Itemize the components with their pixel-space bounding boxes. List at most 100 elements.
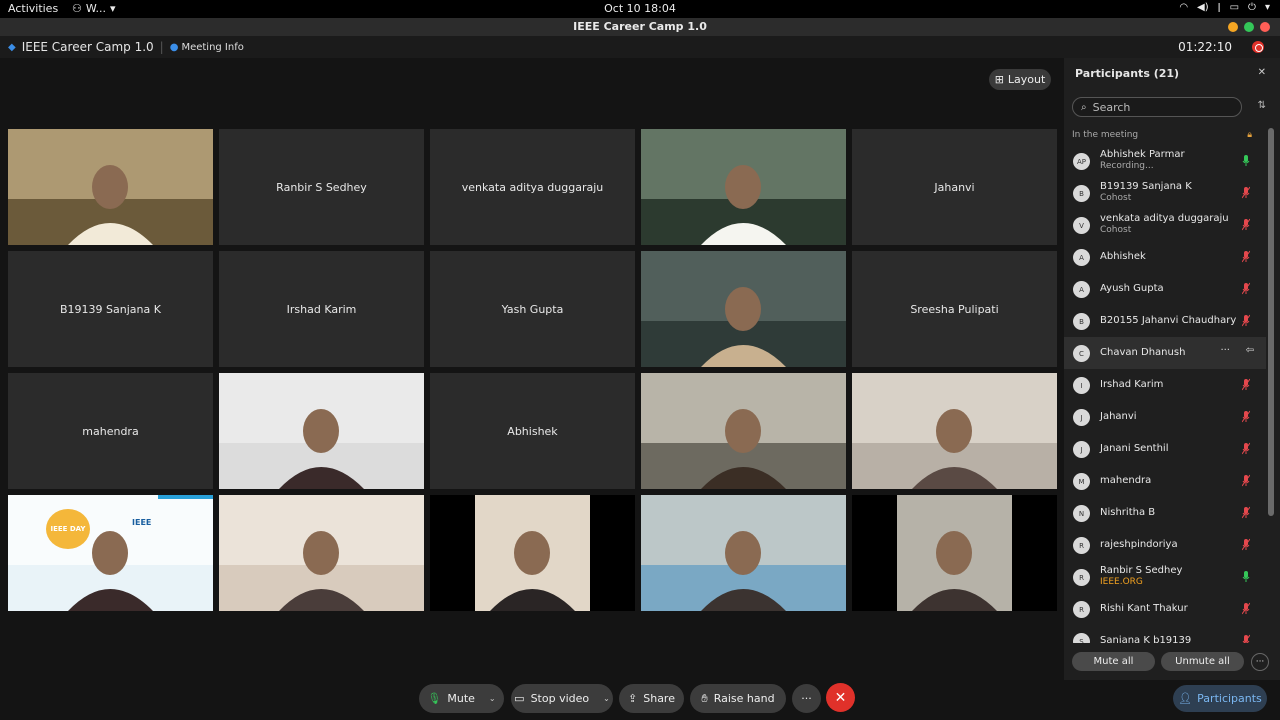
video-tile[interactable] bbox=[641, 495, 846, 611]
video-tile[interactable] bbox=[219, 373, 424, 489]
avatar: J bbox=[1073, 441, 1090, 458]
participant-row[interactable]: C Chavan Dhanush ··· ⇦ bbox=[1064, 337, 1266, 369]
mute-all-button[interactable]: Mute all bbox=[1072, 652, 1155, 671]
participant-row[interactable]: Mmahendra bbox=[1064, 465, 1266, 497]
more-icon[interactable]: ··· bbox=[1220, 345, 1230, 356]
participant-row[interactable]: R Rishi Kant Thakur bbox=[1064, 593, 1266, 625]
mute-button[interactable]: 🎙︎ Mute ⌄ bbox=[419, 684, 504, 713]
participant-name: B19139 Sanjana K bbox=[1100, 181, 1192, 192]
participant-row[interactable]: A Abhishek bbox=[1064, 241, 1266, 273]
microphone-muted-icon[interactable] bbox=[1242, 250, 1250, 263]
microphone-muted-icon[interactable] bbox=[1242, 186, 1250, 199]
minimize-button[interactable] bbox=[1228, 22, 1238, 32]
video-tile[interactable] bbox=[430, 495, 635, 611]
name-tile[interactable]: venkata aditya duggaraju bbox=[430, 129, 635, 245]
more-options-button[interactable]: ··· bbox=[792, 684, 821, 713]
unmute-all-button[interactable]: Unmute all bbox=[1161, 652, 1244, 671]
search-input[interactable] bbox=[1092, 100, 1223, 114]
video-tile[interactable]: IEEE IEEE DAY bbox=[8, 495, 213, 611]
participant-row[interactable]: A Ayush Gupta bbox=[1064, 273, 1266, 305]
video-tile[interactable] bbox=[641, 129, 846, 245]
layout-button[interactable]: ⊞ Layout bbox=[989, 69, 1051, 90]
microphone-muted-icon[interactable] bbox=[1242, 282, 1250, 295]
close-icon[interactable]: ✕ bbox=[1258, 67, 1266, 78]
participant-name: Abhishek bbox=[1100, 251, 1146, 262]
participant-list-scrollbar[interactable] bbox=[1268, 128, 1274, 516]
stop-video-button[interactable]: ▭ Stop video ⌄ bbox=[511, 684, 613, 713]
name-tile[interactable]: Irshad Karim bbox=[219, 251, 424, 367]
participant-row[interactable]: Vvenkata aditya duggaraju Cohost bbox=[1064, 209, 1266, 241]
participant-name: mahendra bbox=[82, 424, 139, 438]
name-tile[interactable]: mahendra bbox=[8, 373, 213, 489]
raise-hand-label: Raise hand bbox=[713, 692, 775, 705]
chevron-down-icon: ▾ bbox=[1264, 2, 1270, 13]
search-icon: ⌕ bbox=[1081, 101, 1087, 113]
microphone-muted-icon[interactable] bbox=[1242, 538, 1250, 551]
more-icon: ··· bbox=[801, 692, 812, 705]
video-tile[interactable] bbox=[641, 373, 846, 489]
microphone-muted-icon[interactable] bbox=[1242, 378, 1250, 391]
participant-name: Irshad Karim bbox=[286, 302, 357, 316]
microphone-muted-icon[interactable] bbox=[1242, 634, 1250, 643]
participant-row[interactable]: B B19139 Sanjana K Cohost bbox=[1064, 177, 1266, 209]
microphone-muted-icon[interactable] bbox=[1242, 410, 1250, 423]
participant-role: Cohost bbox=[1100, 193, 1132, 203]
name-tile[interactable]: Sreesha Pulipati bbox=[852, 251, 1057, 367]
video-feed bbox=[641, 495, 846, 611]
lock-icon[interactable]: 🔒︎ bbox=[1247, 130, 1252, 140]
pin-icon[interactable]: ⇦ bbox=[1246, 345, 1254, 356]
chevron-down-icon[interactable]: ⌄ bbox=[489, 694, 496, 703]
participant-name: Chavan Dhanush bbox=[1100, 347, 1186, 358]
name-tile[interactable]: Yash Gupta bbox=[430, 251, 635, 367]
participant-name: venkata aditya duggaraju bbox=[1100, 213, 1229, 224]
participant-row[interactable]: AP Abhishek Parmar Recording... bbox=[1064, 145, 1266, 177]
video-tile[interactable] bbox=[852, 495, 1057, 611]
participant-row[interactable]: R Ranbir S Sedhey IEEE.ORG bbox=[1064, 561, 1266, 593]
participants-button[interactable]: 👤︎ Participants bbox=[1173, 685, 1267, 712]
participant-row[interactable]: I Irshad Karim bbox=[1064, 369, 1266, 401]
sort-icon[interactable]: ⇅ bbox=[1258, 100, 1266, 111]
system-clock[interactable]: Oct 10 18:04 bbox=[604, 2, 676, 15]
microphone-muted-icon[interactable] bbox=[1242, 218, 1250, 231]
name-tile[interactable]: B19139 Sanjana K bbox=[8, 251, 213, 367]
participant-row[interactable]: S Sanjana K b19139 bbox=[1064, 625, 1266, 643]
close-window-button[interactable] bbox=[1260, 22, 1270, 32]
microphone-muted-icon[interactable] bbox=[1242, 602, 1250, 615]
participant-row[interactable]: J Jahanvi bbox=[1064, 401, 1266, 433]
microphone-muted-icon[interactable] bbox=[1242, 506, 1250, 519]
raise-hand-button[interactable]: ✋︎ Raise hand bbox=[690, 684, 786, 713]
chevron-down-icon[interactable]: ⌄ bbox=[603, 694, 610, 703]
name-tile[interactable]: Jahanvi bbox=[852, 129, 1057, 245]
video-tile[interactable] bbox=[219, 495, 424, 611]
microphone-muted-icon[interactable] bbox=[1242, 442, 1250, 455]
activities-button[interactable]: Activities bbox=[8, 2, 58, 15]
more-options-icon[interactable]: ··· bbox=[1251, 653, 1269, 671]
meeting-info-button[interactable]: ● Meeting Info bbox=[170, 42, 244, 53]
video-tile[interactable] bbox=[8, 129, 213, 245]
video-tile[interactable] bbox=[852, 373, 1057, 489]
participant-row[interactable]: Rrajeshpindoriya bbox=[1064, 529, 1266, 561]
microphone-muted-icon[interactable] bbox=[1242, 474, 1250, 487]
participant-row[interactable]: J Janani Senthil bbox=[1064, 433, 1266, 465]
participants-label: Participants bbox=[1197, 692, 1262, 705]
meeting-controls: 🎙︎ Mute ⌄ ▭ Stop video ⌄ ⇪ Share ✋︎ Rais… bbox=[0, 680, 1280, 720]
meeting-info-label: Meeting Info bbox=[181, 41, 244, 53]
app-menu[interactable]: ⚇ W... ▾ bbox=[72, 2, 116, 15]
participant-name: B19139 Sanjana K bbox=[60, 302, 161, 316]
name-tile[interactable]: Abhishek bbox=[430, 373, 635, 489]
microphone-muted-icon[interactable] bbox=[1242, 314, 1250, 327]
participant-search[interactable]: ⌕ bbox=[1072, 97, 1242, 117]
name-tile[interactable]: Ranbir S Sedhey bbox=[219, 129, 424, 245]
end-call-button[interactable]: ✕ bbox=[826, 683, 855, 712]
maximize-button[interactable] bbox=[1244, 22, 1254, 32]
participant-row[interactable]: B B20155 Jahanvi Chaudhary bbox=[1064, 305, 1266, 337]
share-button[interactable]: ⇪ Share bbox=[619, 684, 684, 713]
volume-icon: ◀) bbox=[1197, 2, 1209, 13]
avatar: A bbox=[1073, 281, 1090, 298]
microphone-icon[interactable] bbox=[1242, 570, 1250, 583]
video-tile[interactable] bbox=[641, 251, 846, 367]
participant-row[interactable]: N Nishritha B bbox=[1064, 497, 1266, 529]
recording-icon[interactable] bbox=[1252, 41, 1264, 53]
system-tray[interactable]: ◠ ◀) ǀ ▭ ⏻ ▾ bbox=[1179, 2, 1270, 13]
microphone-icon[interactable] bbox=[1242, 154, 1250, 167]
